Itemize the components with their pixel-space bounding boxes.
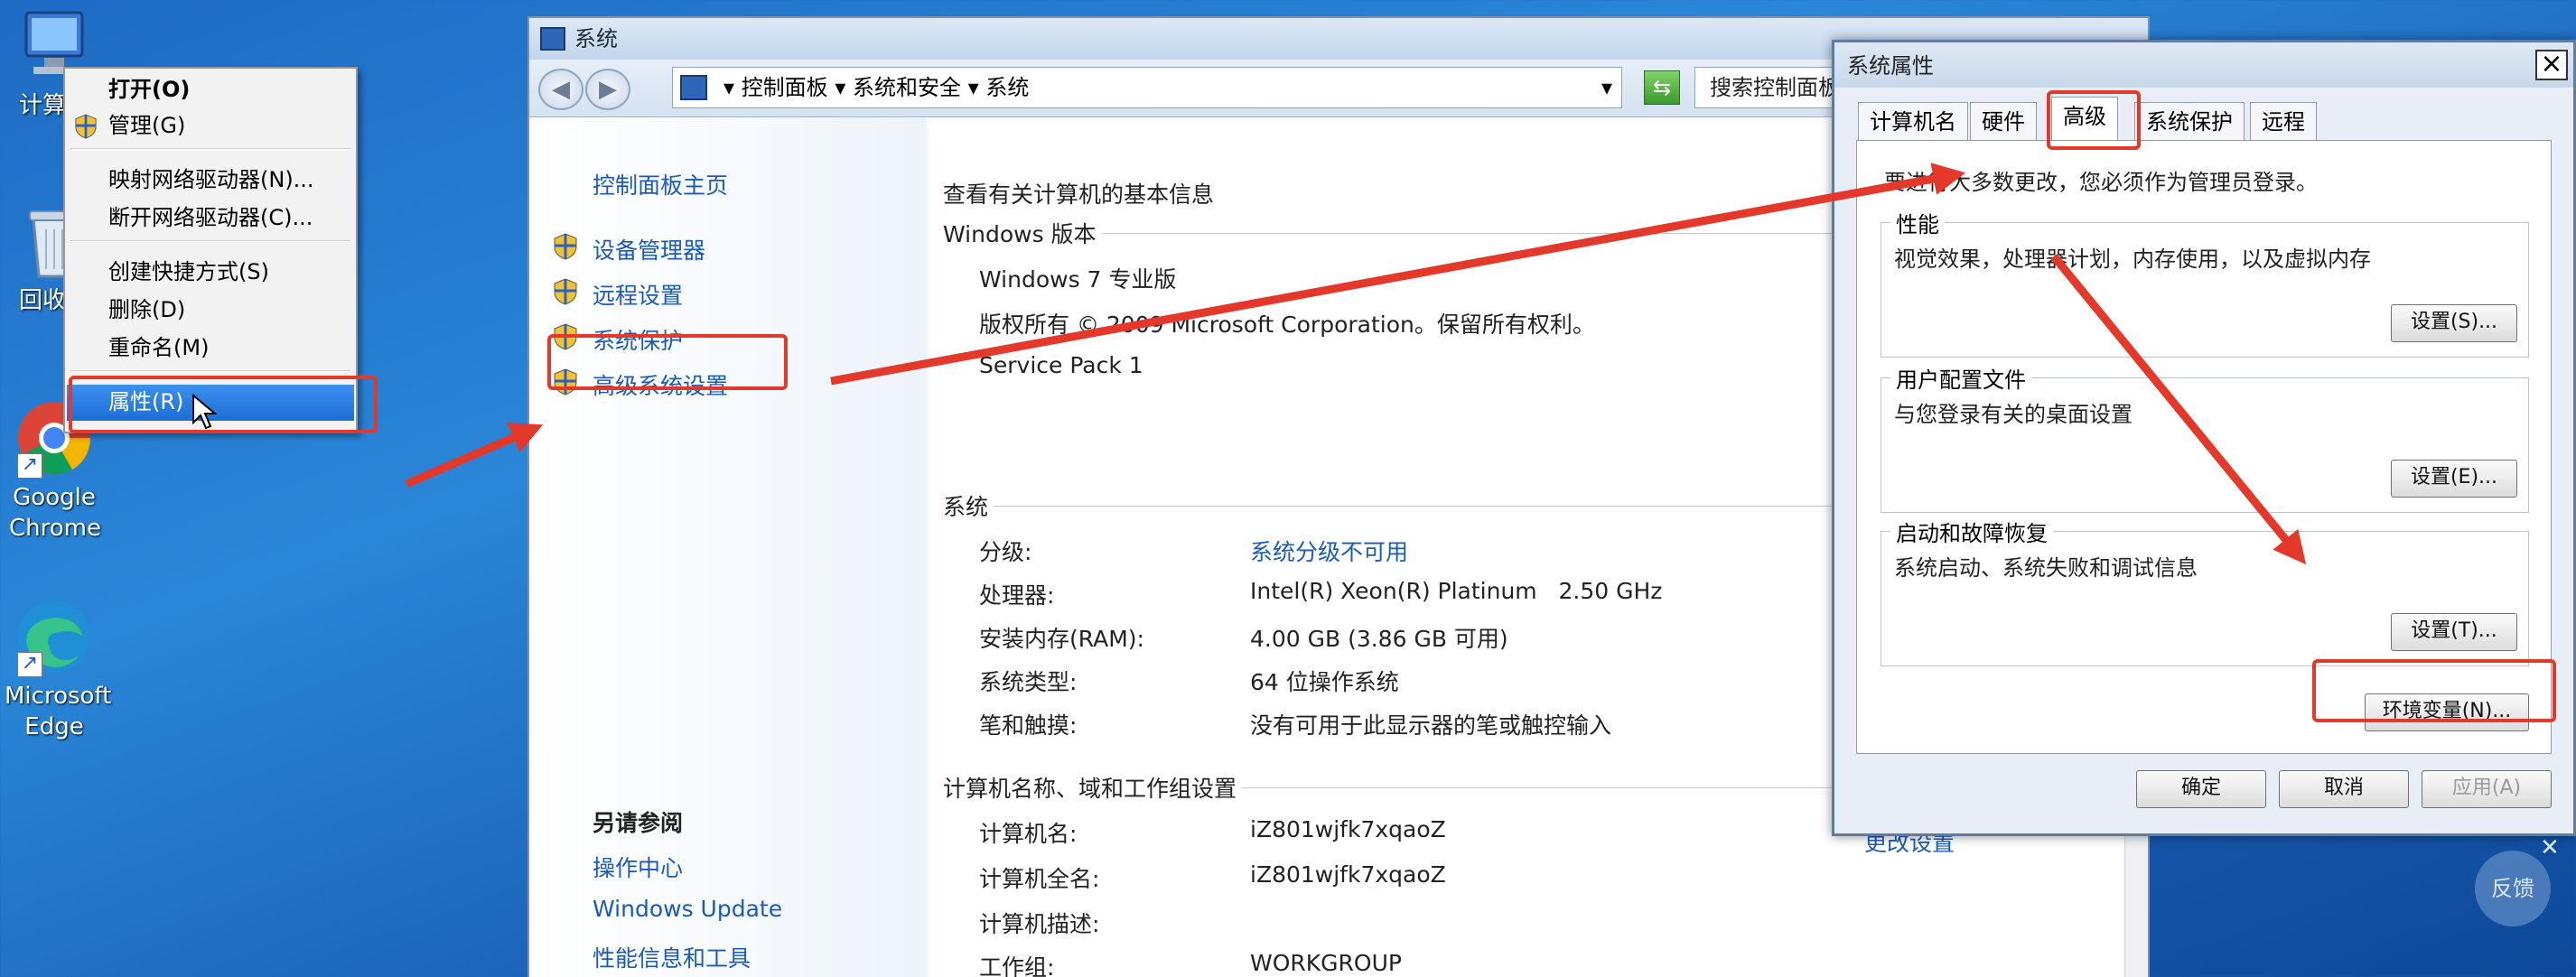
arrow-1	[405, 423, 544, 488]
arrow-2	[830, 163, 1966, 386]
annotation-arrows	[405, 163, 2307, 565]
arrow-3	[2050, 254, 2307, 565]
